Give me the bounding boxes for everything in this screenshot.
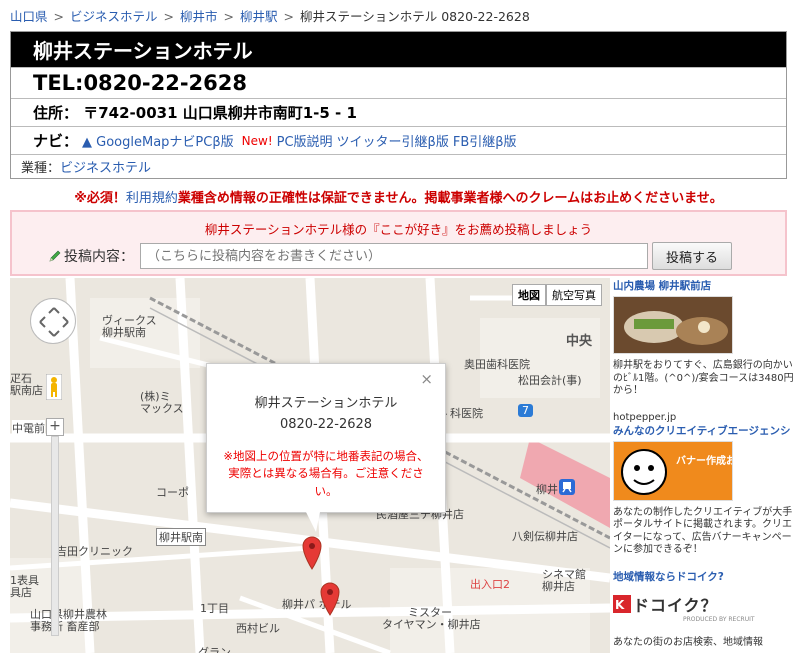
map-label: 柳井駅南 — [102, 326, 146, 339]
map-label: グラン — [198, 646, 231, 653]
dokoiku-logo-text: ドコイク？ — [633, 595, 718, 615]
ad-source: hotpepper.jp — [613, 411, 677, 423]
map-label: 駅南店 — [10, 384, 43, 397]
map-label: 中電前 — [12, 420, 45, 436]
post-content-input[interactable] — [140, 243, 648, 269]
breadcrumb-item[interactable]: ビジネスホテル — [70, 9, 158, 24]
map-label: 吉田クリニック — [56, 545, 133, 558]
route-shield: 7 — [518, 404, 533, 417]
street-view-pegman-icon[interactable] — [46, 374, 62, 400]
terms-link[interactable]: 利用規約 — [126, 191, 178, 206]
map-label: マックス — [140, 402, 184, 415]
phone-number: TEL:0820-22-2628 — [11, 67, 786, 98]
banner-ad-image[interactable]: バナー作成お任せ — [613, 440, 756, 502]
map-label: 柳井 — [536, 483, 558, 496]
map-type-satellite-button[interactable]: 航空写真 — [546, 284, 602, 306]
zoom-in-button[interactable]: + — [46, 418, 64, 436]
svg-text:K: K — [615, 598, 625, 612]
map[interactable]: ヴィークス 柳井駅南 中央 奥田歯科医院 松田会計(事) 女丶科医院 (株)ミ … — [10, 278, 610, 653]
navi-label: ナビ： — [33, 132, 79, 150]
map-label: 柳井駅南 — [156, 528, 206, 546]
map-info-window: × 柳井ステーションホテル 0820-22-2628 ※地図上の位置が特に地番表… — [206, 363, 446, 513]
map-type-control: 地図 航空写真 — [512, 284, 602, 306]
map-label: 八剣伝柳井店 — [512, 530, 578, 543]
pencil-icon — [49, 250, 61, 262]
ad-description: 柳井駅をおりてすぐ、広島銀行の向かいのﾋﾞﾙ1階。(^0^)/宴会コースは348… — [613, 360, 794, 396]
post-label: 投稿内容： — [48, 246, 134, 266]
infowindow-note: ※地図上の位置が特に地番表記の場合、実際とは異なる場合有。ご注意ください。 — [223, 449, 429, 498]
category-row: 業種： ビジネスホテル — [11, 154, 786, 178]
address: 住所： 〒742-0031 山口県柳井市南町1-5 - 1 — [11, 98, 786, 126]
zoom-slider[interactable] — [51, 436, 59, 636]
map-label: 出入口2 — [470, 578, 510, 591]
breadcrumb-item[interactable]: 柳井駅 — [240, 9, 278, 24]
food-photo-image[interactable] — [613, 296, 734, 355]
sidebar-ads: 山内農場 柳井駅前店 柳井駅をおりてすぐ、広島銀行の向かいのﾋﾞﾙ1階。(^0^… — [613, 278, 797, 653]
map-label: 具店 — [10, 586, 32, 599]
post-form: 投稿内容： 投稿する — [48, 242, 732, 270]
ad-headline[interactable]: みんなのクリエイティブエージェンシ — [613, 423, 797, 438]
close-icon[interactable]: × — [420, 370, 433, 388]
post-submit-button[interactable]: 投稿する — [652, 242, 732, 270]
ad-description: あなたの制作したクリエイティブが大手ポータルサイトに掲載されます。クリエイターに… — [613, 506, 793, 556]
info-window-tail — [306, 512, 320, 532]
train-station-icon — [559, 479, 575, 495]
breadcrumb-current: 柳井ステーションホテル 0820-22-2628 — [300, 9, 530, 24]
googlemap-navi-link[interactable]: ▲ GoogleMapナビPCβ版 — [82, 131, 234, 150]
disclaimer: ※必須！利用規約業種含め情報の正確性は保証できません。掲載事業者様へのクレームは… — [74, 191, 723, 206]
map-type-map-button[interactable]: 地図 — [512, 284, 546, 306]
map-label: 西村ビル — [236, 622, 280, 635]
dokoiku-logo-sub: PRODUCED BY RECRUIT — [683, 615, 755, 623]
pc-guide-link[interactable]: PC版説明 — [277, 131, 333, 150]
page-title: 柳井ステーションホテル — [11, 32, 786, 67]
map-label: コーポ — [156, 486, 189, 499]
map-label: タイヤマン・柳井店 — [382, 618, 481, 631]
ad-headline[interactable]: 地域情報ならドコイク? — [613, 569, 797, 584]
map-label: 柳井店 — [542, 580, 575, 593]
facebook-link[interactable]: FB引継β版 — [453, 131, 517, 150]
ad-description: あなたの街のお店検索、地域情報 — [613, 636, 763, 648]
breadcrumb-item[interactable]: 山口県 — [10, 9, 48, 24]
business-info-table: 柳井ステーションホテル TEL:0820-22-2628 住所： 〒742-00… — [10, 31, 787, 179]
map-marker-icon[interactable] — [320, 582, 340, 616]
infowindow-name: 柳井ステーションホテル — [254, 396, 398, 411]
dokoiku-logo-icon: K — [613, 594, 631, 613]
breadcrumb: 山口県 > ビジネスホテル > 柳井市 > 柳井駅 > 柳井ステーションホテル 0820-22-… — [10, 9, 530, 24]
breadcrumb-item[interactable]: 柳井市 — [180, 9, 218, 24]
map-label: 中央 — [566, 334, 593, 349]
map-label: 奥田歯科医院 — [464, 358, 530, 371]
pan-arrows-icon — [39, 307, 69, 337]
dokoiku-logo[interactable]: K ドコイク？ — [613, 592, 797, 616]
map-marker-icon[interactable] — [302, 536, 322, 570]
map-label: 事務所 畜産部 — [30, 620, 100, 633]
post-title: 柳井ステーションホテル様の『ここが好き』をお薦め投稿しましょう — [204, 222, 593, 237]
map-label: 1丁目 — [200, 602, 229, 615]
map-label: 柳井パ ホテル — [282, 598, 352, 611]
map-label: 松田会計(事) — [518, 374, 582, 387]
category-link[interactable]: ビジネスホテル — [60, 157, 151, 176]
pan-control[interactable] — [30, 298, 76, 344]
navi-row: ナビ： ▲ GoogleMapナビPCβ版 New! PC版説明 ツイッター引継… — [11, 126, 786, 154]
zoom-control: + — [46, 418, 64, 653]
twitter-link[interactable]: ツイッター引継β版 — [337, 131, 449, 150]
banner-ad-text: バナー作成お任せ — [676, 454, 733, 467]
category-label: 業種： — [21, 161, 61, 176]
ad-headline[interactable]: 山内農場 柳井駅前店 — [613, 278, 797, 293]
post-box: 柳井ステーションホテル様の『ここが好き』をお薦め投稿しましょう 投稿内容： 投稿… — [10, 210, 787, 276]
infowindow-tel: 0820-22-2628 — [279, 417, 373, 432]
new-badge: New! — [241, 133, 273, 148]
